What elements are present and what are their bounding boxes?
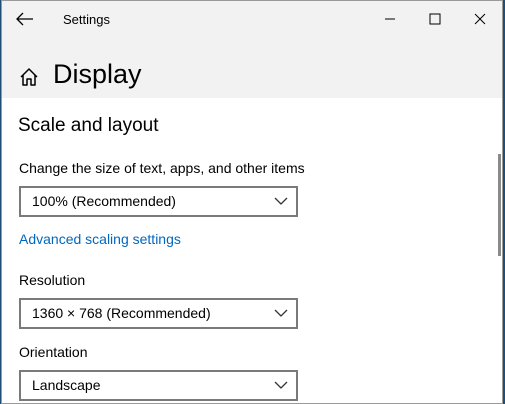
maximize-button[interactable] xyxy=(425,9,445,29)
title-bar: Settings xyxy=(2,1,502,37)
resolution-dropdown[interactable]: 1360 × 768 (Recommended) xyxy=(19,298,298,329)
vertical-scrollbar[interactable] xyxy=(498,154,501,256)
chevron-down-icon xyxy=(274,197,288,205)
orientation-dropdown[interactable]: Landscape xyxy=(19,370,298,401)
orientation-dropdown-value: Landscape xyxy=(32,377,101,393)
resolution-label: Resolution xyxy=(19,272,86,288)
page-title: Display xyxy=(53,59,142,89)
minimize-icon xyxy=(385,18,395,20)
maximize-icon xyxy=(429,13,441,25)
scale-dropdown[interactable]: 100% (Recommended) xyxy=(19,186,298,217)
chevron-down-icon xyxy=(274,309,288,317)
advanced-scaling-link[interactable]: Advanced scaling settings xyxy=(19,231,181,247)
minimize-button[interactable] xyxy=(380,9,400,29)
close-icon xyxy=(474,13,486,25)
display-settings-panel: Scale and layout Change the size of text… xyxy=(2,98,502,403)
scale-dropdown-value: 100% (Recommended) xyxy=(32,193,176,209)
section-title: Scale and layout xyxy=(18,115,159,136)
settings-window: Settings Display Scale and layout Change… xyxy=(1,0,503,404)
back-arrow-icon xyxy=(16,12,33,26)
back-button[interactable] xyxy=(12,8,38,30)
orientation-label: Orientation xyxy=(19,344,88,360)
resolution-dropdown-value: 1360 × 768 (Recommended) xyxy=(32,305,211,321)
close-button[interactable] xyxy=(470,9,490,29)
chevron-down-icon xyxy=(274,381,288,389)
window-title: Settings xyxy=(63,12,110,27)
home-icon[interactable] xyxy=(18,66,40,88)
text-size-label: Change the size of text, apps, and other… xyxy=(19,160,305,176)
